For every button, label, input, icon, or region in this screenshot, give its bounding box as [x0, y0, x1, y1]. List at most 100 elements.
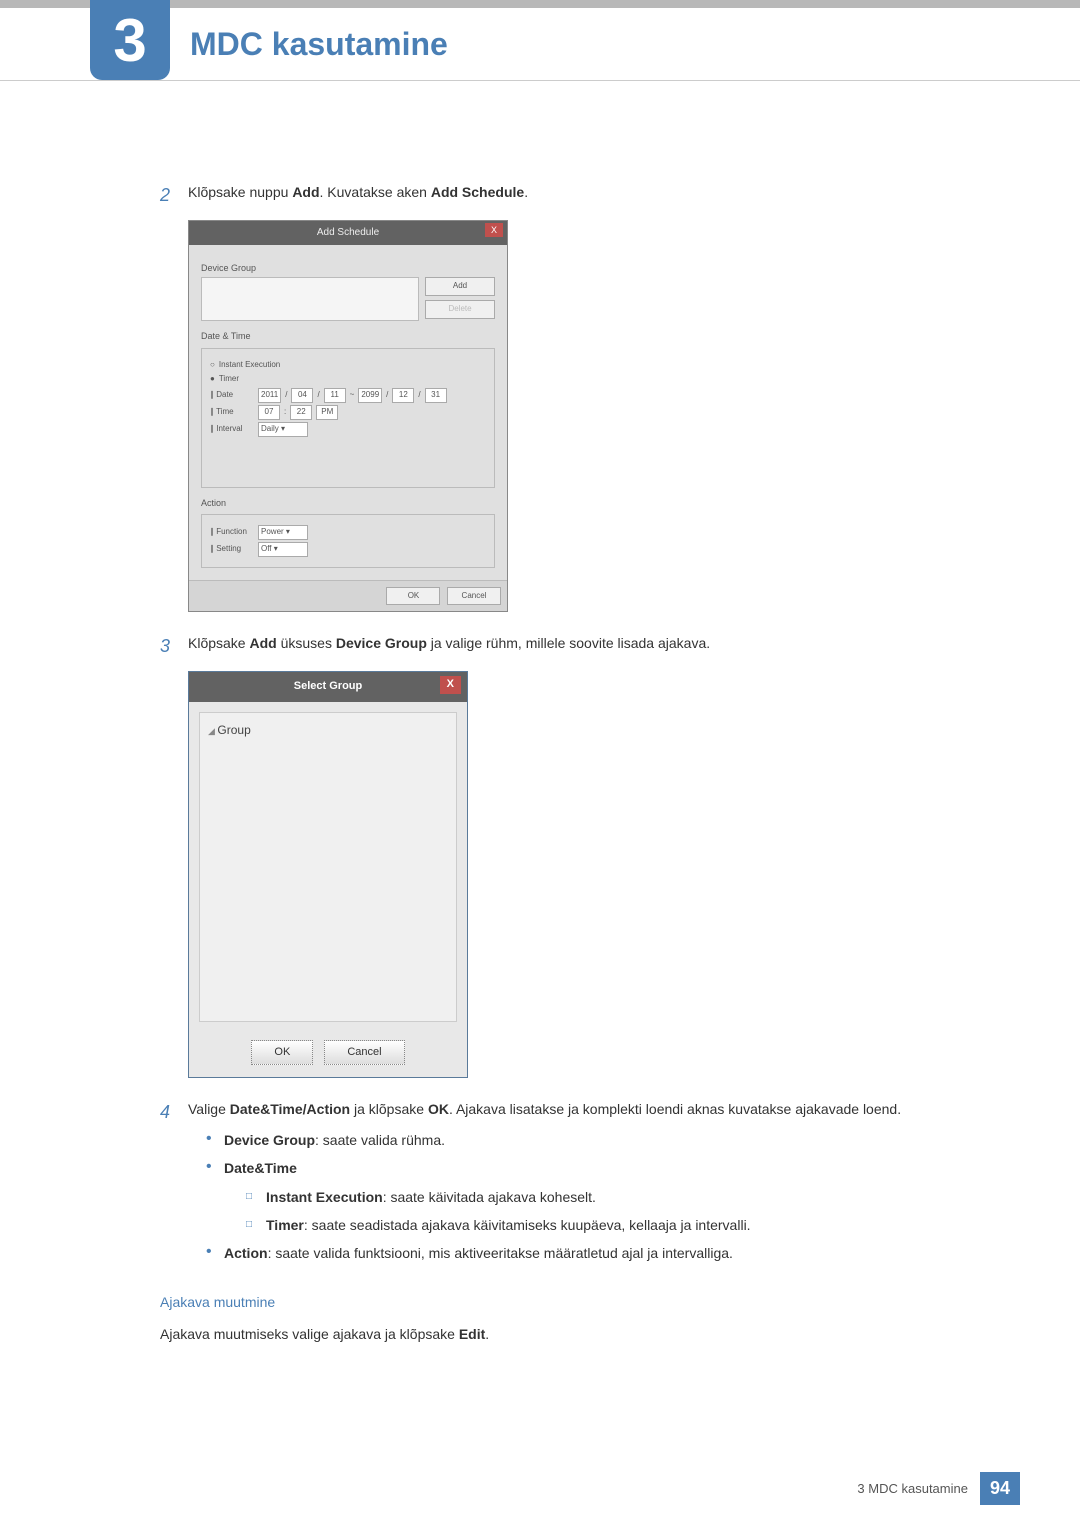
ok-button[interactable]: OK	[386, 587, 440, 606]
dialog-footer: OK Cancel	[189, 580, 507, 612]
device-group-list[interactable]	[201, 277, 419, 321]
time-ampm[interactable]: PM	[316, 405, 338, 420]
select-group-screenshot: Select Group X Group OK Cancel	[188, 671, 980, 1078]
function-label: ∥ Function	[210, 526, 254, 539]
footer-label: 3 MDC kasutamine	[857, 1481, 968, 1496]
step-number: 4	[160, 1098, 188, 1272]
paragraph: Ajakava muutmiseks valige ajakava ja klõ…	[160, 1323, 980, 1345]
device-group-label: Device Group	[201, 261, 495, 275]
select-group-dialog: Select Group X Group OK Cancel	[188, 671, 468, 1078]
add-schedule-screenshot: Add Schedule X Device Group Add Delete D…	[188, 220, 980, 613]
list-item: Date&Time Instant Execution: saate käivi…	[206, 1157, 980, 1236]
text: ja klõpsake	[350, 1101, 428, 1117]
cancel-button[interactable]: Cancel	[324, 1040, 404, 1066]
time-hour[interactable]: 07	[258, 405, 280, 420]
interval-select[interactable]: Daily ▾	[258, 422, 308, 437]
text: Ajakava muutmiseks valige ajakava ja klõ…	[160, 1326, 459, 1342]
text: üksuses	[277, 635, 336, 651]
dialog-titlebar: Select Group X	[189, 672, 467, 702]
bullet-list: Device Group: saate valida rühma. Date&T…	[206, 1129, 980, 1265]
time-min[interactable]: 22	[290, 405, 312, 420]
bold: Date&Time	[224, 1160, 297, 1176]
bold: OK	[428, 1101, 449, 1117]
group-tree[interactable]: Group	[199, 712, 457, 1022]
list-item: Instant Execution: saate käivitada ajaka…	[246, 1186, 980, 1208]
bold: Add	[249, 635, 276, 651]
bold: Instant Execution	[266, 1189, 383, 1205]
step-text: Klõpsake Add üksuses Device Group ja val…	[188, 632, 980, 661]
date-label: ∥ Date	[210, 389, 254, 402]
text: . Kuvatakse aken	[320, 184, 431, 200]
dialog-titlebar: Add Schedule X	[189, 221, 507, 245]
setting-label: ∥ Setting	[210, 543, 254, 556]
subheading: Ajakava muutmine	[160, 1291, 980, 1313]
time-label: ∥ Time	[210, 406, 254, 419]
add-button[interactable]: Add	[425, 277, 495, 296]
step-number: 3	[160, 632, 188, 661]
label: Timer	[219, 373, 239, 386]
chapter-number-badge: 3	[90, 0, 170, 80]
timer-radio[interactable]: ● Timer	[210, 373, 486, 386]
bold: Date&Time/Action	[230, 1101, 350, 1117]
add-schedule-dialog: Add Schedule X Device Group Add Delete D…	[188, 220, 508, 613]
text: : saate valida rühma.	[315, 1132, 445, 1148]
text: : saate seadistada ajakava käivitamiseks…	[304, 1217, 751, 1233]
list-item: Action: saate valida funktsiooni, mis ak…	[206, 1242, 980, 1264]
step-number: 2	[160, 181, 188, 210]
bold: Edit	[459, 1326, 485, 1342]
dialog-title: Select Group	[294, 680, 362, 692]
step-text: Klõpsake nuppu Add. Kuvatakse aken Add S…	[188, 181, 980, 210]
text: .	[485, 1326, 489, 1342]
list-item: Timer: saate seadistada ajakava käivitam…	[246, 1214, 980, 1236]
cancel-button[interactable]: Cancel	[447, 587, 501, 606]
page-footer: 3 MDC kasutamine 94	[857, 1472, 1020, 1505]
tilde: ~	[350, 389, 355, 402]
date-to-day[interactable]: 31	[425, 388, 447, 403]
close-icon[interactable]: X	[485, 223, 503, 237]
step-3: 3 Klõpsake Add üksuses Device Group ja v…	[160, 632, 980, 661]
close-icon[interactable]: X	[440, 676, 461, 694]
list-item: Device Group: saate valida rühma.	[206, 1129, 980, 1151]
text: Valige	[188, 1101, 230, 1117]
action-label: Action	[201, 496, 495, 510]
dialog-title: Add Schedule	[317, 227, 379, 238]
text: : saate valida funktsiooni, mis aktiveer…	[268, 1245, 733, 1261]
label: Instant Execution	[219, 359, 280, 372]
chapter-title: MDC kasutamine	[190, 26, 448, 63]
date-from-month[interactable]: 04	[291, 388, 313, 403]
text: : saate käivitada ajakava koheselt.	[383, 1189, 596, 1205]
tree-item-group[interactable]: Group	[208, 721, 448, 740]
bold: Action	[224, 1245, 268, 1261]
delete-button[interactable]: Delete	[425, 300, 495, 319]
instant-execution-radio[interactable]: ○ Instant Execution	[210, 359, 486, 372]
setting-select[interactable]: Off ▾	[258, 542, 308, 557]
page-number: 94	[980, 1472, 1020, 1505]
ok-button[interactable]: OK	[251, 1040, 313, 1066]
date-to-month[interactable]: 12	[392, 388, 414, 403]
bold: Device Group	[336, 635, 427, 651]
step-4: 4 Valige Date&Time/Action ja klõpsake OK…	[160, 1098, 980, 1272]
step-2: 2 Klõpsake nuppu Add. Kuvatakse aken Add…	[160, 181, 980, 210]
date-time-fieldset: ○ Instant Execution ● Timer ∥ Date 2011/…	[201, 348, 495, 488]
bold: Add Schedule	[431, 184, 524, 200]
chapter-header: 3 MDC kasutamine	[0, 8, 1080, 81]
interval-label: ∥ Interval	[210, 423, 254, 436]
text: ja valige rühm, millele soovite lisada a…	[427, 635, 710, 651]
sub-list: Instant Execution: saate käivitada ajaka…	[246, 1186, 980, 1237]
bold: Device Group	[224, 1132, 315, 1148]
date-to-year[interactable]: 2099	[358, 388, 382, 403]
dialog-footer: OK Cancel	[189, 1032, 467, 1078]
date-time-label: Date & Time	[201, 329, 495, 343]
date-from-day[interactable]: 11	[324, 388, 346, 403]
action-fieldset: ∥ Function Power ▾ ∥ Setting Off ▾	[201, 514, 495, 568]
page-content: 2 Klõpsake nuppu Add. Kuvatakse aken Add…	[0, 81, 1080, 1345]
text: .	[524, 184, 528, 200]
date-from-year[interactable]: 2011	[258, 388, 281, 403]
text: Klõpsake	[188, 635, 249, 651]
bold: Timer	[266, 1217, 304, 1233]
text: Klõpsake nuppu	[188, 184, 292, 200]
text: . Ajakava lisatakse ja komplekti loendi …	[449, 1101, 901, 1117]
function-select[interactable]: Power ▾	[258, 525, 308, 540]
step-text: Valige Date&Time/Action ja klõpsake OK. …	[188, 1098, 980, 1272]
bold: Add	[292, 184, 319, 200]
